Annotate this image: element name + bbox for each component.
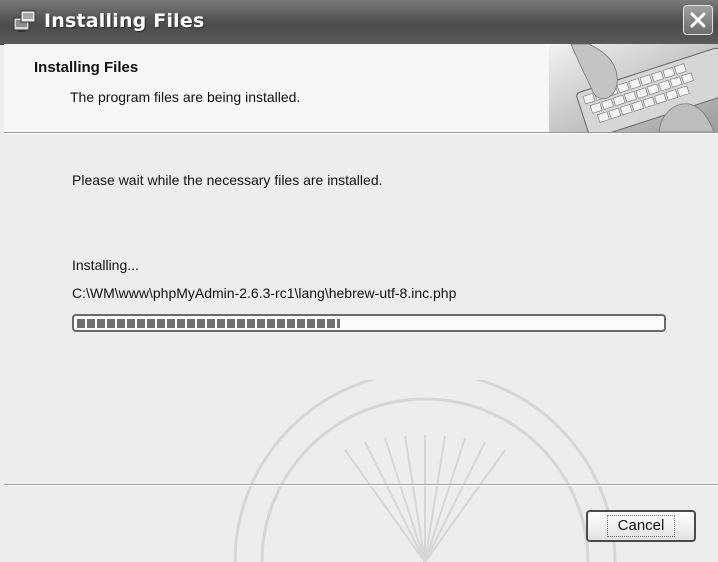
close-button[interactable]: [683, 5, 713, 35]
progress-bar: [72, 314, 666, 332]
status-label: Installing...: [72, 257, 139, 273]
cancel-label: Cancel: [606, 515, 676, 537]
progress-fill: [77, 319, 340, 328]
wait-message: Please wait while the necessary files ar…: [72, 172, 383, 188]
header-divider: [4, 133, 718, 134]
window-title: Installing Files: [44, 10, 205, 32]
header-panel: Installing Files The program files are b…: [4, 44, 718, 133]
header-subtitle: The program files are being installed.: [70, 89, 301, 105]
keyboard-image: [549, 44, 718, 132]
close-icon: [690, 12, 706, 28]
header-title: Installing Files: [34, 59, 139, 76]
installer-window: Installing Files Installing Files The pr…: [0, 0, 718, 562]
title-bar[interactable]: Installing Files: [0, 0, 718, 45]
footer-divider: [4, 484, 718, 486]
current-file-path: C:\WM\www\phpMyAdmin-2.6.3-rc1\lang\hebr…: [72, 285, 457, 301]
cancel-button[interactable]: Cancel: [586, 510, 696, 542]
installer-icon: [12, 9, 38, 33]
